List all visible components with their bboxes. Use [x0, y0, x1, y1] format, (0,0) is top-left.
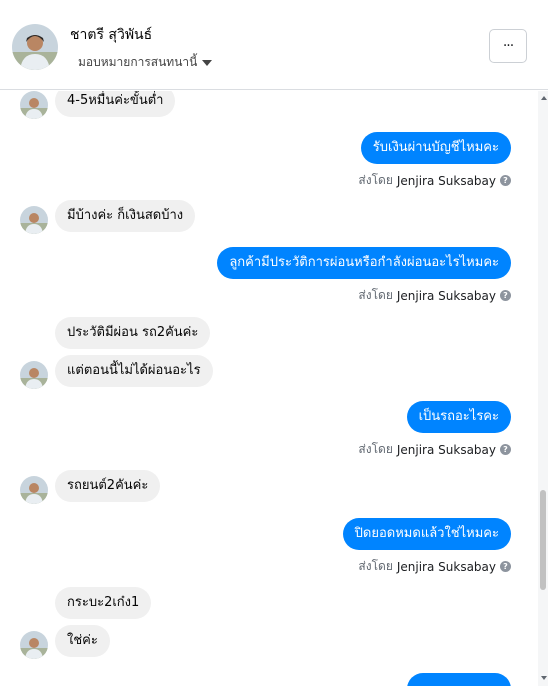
scrollbar-track[interactable] — [538, 91, 548, 686]
scroll-down-arrow-icon[interactable] — [541, 676, 547, 680]
contact-name[interactable]: ชาตรี สุวิพันธ์ — [70, 24, 152, 46]
message-text: รถยนต์2คันค่ะ — [67, 478, 149, 493]
info-icon[interactable]: ? — [500, 561, 511, 572]
message-text: รับเงินผ่านบัญชีไหมคะ — [372, 140, 499, 155]
assign-label: มอบหมายการสนทนานี้ — [78, 55, 198, 69]
sent-by-prefix: ส่งโดย — [358, 559, 393, 573]
sender-name: Jenjira Suksabay — [396, 559, 496, 574]
message-incoming[interactable]: ใช่ค่ะ — [55, 625, 110, 657]
contact-avatar-small — [20, 206, 48, 234]
sent-by-label: ส่งโดย Jenjira Suksabay ? — [358, 440, 511, 459]
more-label: ··· — [502, 38, 514, 54]
contact-avatar-small — [20, 476, 48, 504]
conversation-header: ชาตรี สุวิพันธ์ มอบหมายการสนทนานี้ ··· — [0, 0, 548, 90]
scroll-up-arrow-icon[interactable] — [541, 96, 547, 100]
sender-name: Jenjira Suksabay — [396, 173, 496, 188]
sent-by-prefix: ส่งโดย — [358, 288, 393, 302]
sent-by-prefix: ส่งโดย — [358, 173, 393, 187]
message-text: มีบ้างค่ะ ก็เงินสดบ้าง — [67, 208, 184, 223]
contact-avatar[interactable] — [12, 24, 58, 70]
info-icon[interactable]: ? — [500, 175, 511, 186]
message-text: 4-5หมื่นค่ะขั้นต่ำ — [67, 93, 164, 108]
message-incoming[interactable]: 4-5หมื่นค่ะขั้นต่ำ — [55, 91, 176, 117]
message-outgoing[interactable]: รับเงินผ่านบัญชีไหมคะ — [360, 132, 511, 164]
info-icon[interactable]: ? — [500, 444, 511, 455]
message-text: เป็นรถอะไรคะ — [418, 409, 499, 424]
caret-down-icon — [202, 59, 213, 66]
message-outgoing[interactable]: เป็นรถอะไรคะ — [406, 401, 511, 433]
message-text: กระบะ2เก๋ง1 — [67, 595, 140, 610]
contact-avatar-small — [20, 361, 48, 389]
sent-by-prefix: ส่งโดย — [358, 442, 393, 456]
message-outgoing[interactable]: ลูกค้ามีประวัติการผ่อนหรือกำลังผ่อนอะไรไ… — [217, 247, 511, 279]
message-text: ปิดยอดหมดแล้วใช่ไหมคะ — [354, 526, 499, 541]
chat-window: ชาตรี สุวิพันธ์ มอบหมายการสนทนานี้ ··· 4… — [0, 0, 548, 686]
message-outgoing[interactable]: ปิดยอดหมดแล้วใช่ไหมคะ — [342, 518, 511, 550]
contact-avatar-small — [20, 631, 48, 659]
message-incoming[interactable]: กระบะ2เก๋ง1 — [55, 587, 152, 619]
message-outgoing-partial[interactable] — [407, 673, 511, 686]
sent-by-label: ส่งโดย Jenjira Suksabay ? — [358, 171, 511, 190]
message-incoming[interactable]: มีบ้างค่ะ ก็เงินสดบ้าง — [55, 200, 196, 232]
sent-by-label: ส่งโดย Jenjira Suksabay ? — [358, 286, 511, 305]
assign-conversation-dropdown[interactable]: มอบหมายการสนทนานี้ — [78, 53, 213, 72]
sent-by-label: ส่งโดย Jenjira Suksabay ? — [358, 557, 511, 576]
message-list: 4-5หมื่นค่ะขั้นต่ำ รับเงินผ่านบัญชีไหมคะ… — [0, 91, 538, 686]
message-incoming[interactable]: แต่ตอนนี้ไม่ได้ผ่อนอะไร — [55, 355, 213, 387]
message-text: แต่ตอนนี้ไม่ได้ผ่อนอะไร — [67, 363, 201, 378]
message-text: ประวัติมีผ่อน รถ2คันค่ะ — [67, 325, 199, 340]
message-incoming[interactable]: ประวัติมีผ่อน รถ2คันค่ะ — [55, 317, 211, 349]
message-text: ลูกค้ามีประวัติการผ่อนหรือกำลังผ่อนอะไรไ… — [229, 255, 499, 270]
sender-name: Jenjira Suksabay — [396, 288, 496, 303]
more-options-button[interactable]: ··· — [489, 29, 527, 63]
contact-avatar-small — [20, 91, 48, 119]
scrollbar-thumb[interactable] — [540, 490, 546, 590]
info-icon[interactable]: ? — [500, 290, 511, 301]
message-text: ใช่ค่ะ — [67, 633, 98, 648]
message-incoming[interactable]: รถยนต์2คันค่ะ — [55, 470, 161, 502]
sender-name: Jenjira Suksabay — [396, 442, 496, 457]
